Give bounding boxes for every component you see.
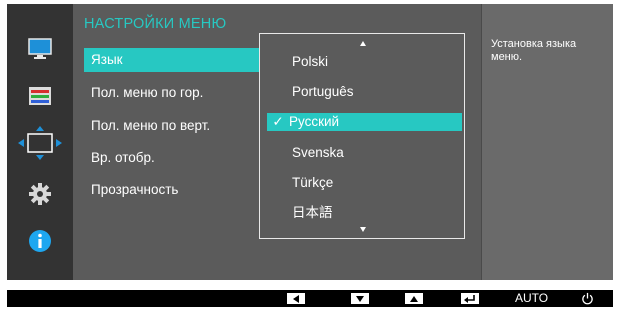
enter-icon [464, 295, 475, 303]
menu-item-transparency[interactable]: Прозрачность [84, 178, 284, 202]
help-text: Установка языка меню. [491, 38, 577, 63]
checkmark-icon: ✓ [272, 114, 284, 129]
monitor-icon[interactable] [7, 31, 73, 67]
language-dropdown[interactable]: Polski Português ✓ Русский Svenska Türkçe… [259, 33, 465, 239]
info-icon[interactable] [7, 223, 73, 259]
osd-window: НАСТРОЙКИ МЕНЮ Язык Пол. меню по гор. По… [7, 4, 613, 280]
down-arrow-icon [356, 295, 364, 302]
menu-item-language[interactable]: Язык [84, 48, 288, 72]
main-panel: НАСТРОЙКИ МЕНЮ Язык Пол. меню по гор. По… [73, 4, 481, 280]
enter-button[interactable] [461, 293, 479, 304]
settings-gear-icon[interactable] [7, 176, 73, 212]
language-option[interactable]: Svenska [267, 144, 462, 162]
auto-button[interactable]: AUTO [515, 290, 548, 307]
size-position-icon[interactable] [7, 125, 73, 161]
menu-item-vertical-position[interactable]: Пол. меню по верт. [84, 114, 284, 138]
scroll-up-icon[interactable] [360, 41, 366, 46]
sidebar [7, 4, 73, 280]
language-option-label: Русский [289, 114, 340, 129]
menu-title: НАСТРОЙКИ МЕНЮ [84, 16, 227, 32]
power-icon[interactable] [581, 292, 595, 306]
left-arrow-button[interactable] [287, 293, 305, 304]
down-arrow-button[interactable] [351, 293, 369, 304]
language-option[interactable]: Türkçe [267, 174, 462, 192]
up-arrow-button[interactable] [405, 293, 423, 304]
help-panel: Установка языка меню. [481, 4, 613, 280]
menu-item-horizontal-position[interactable]: Пол. меню по гор. [84, 81, 284, 105]
left-arrow-icon [293, 294, 299, 303]
language-option[interactable]: 日本語 [267, 204, 462, 222]
menu-item-display-time[interactable]: Вр. отобр. [84, 146, 284, 170]
language-option-selected[interactable]: ✓ Русский [267, 113, 462, 131]
language-option[interactable]: Polski [267, 53, 462, 71]
bottom-button-bar: AUTO [7, 290, 613, 307]
color-icon[interactable] [7, 78, 73, 114]
scroll-down-icon[interactable] [360, 227, 366, 232]
language-option[interactable]: Português [267, 83, 462, 101]
up-arrow-icon [410, 295, 418, 302]
